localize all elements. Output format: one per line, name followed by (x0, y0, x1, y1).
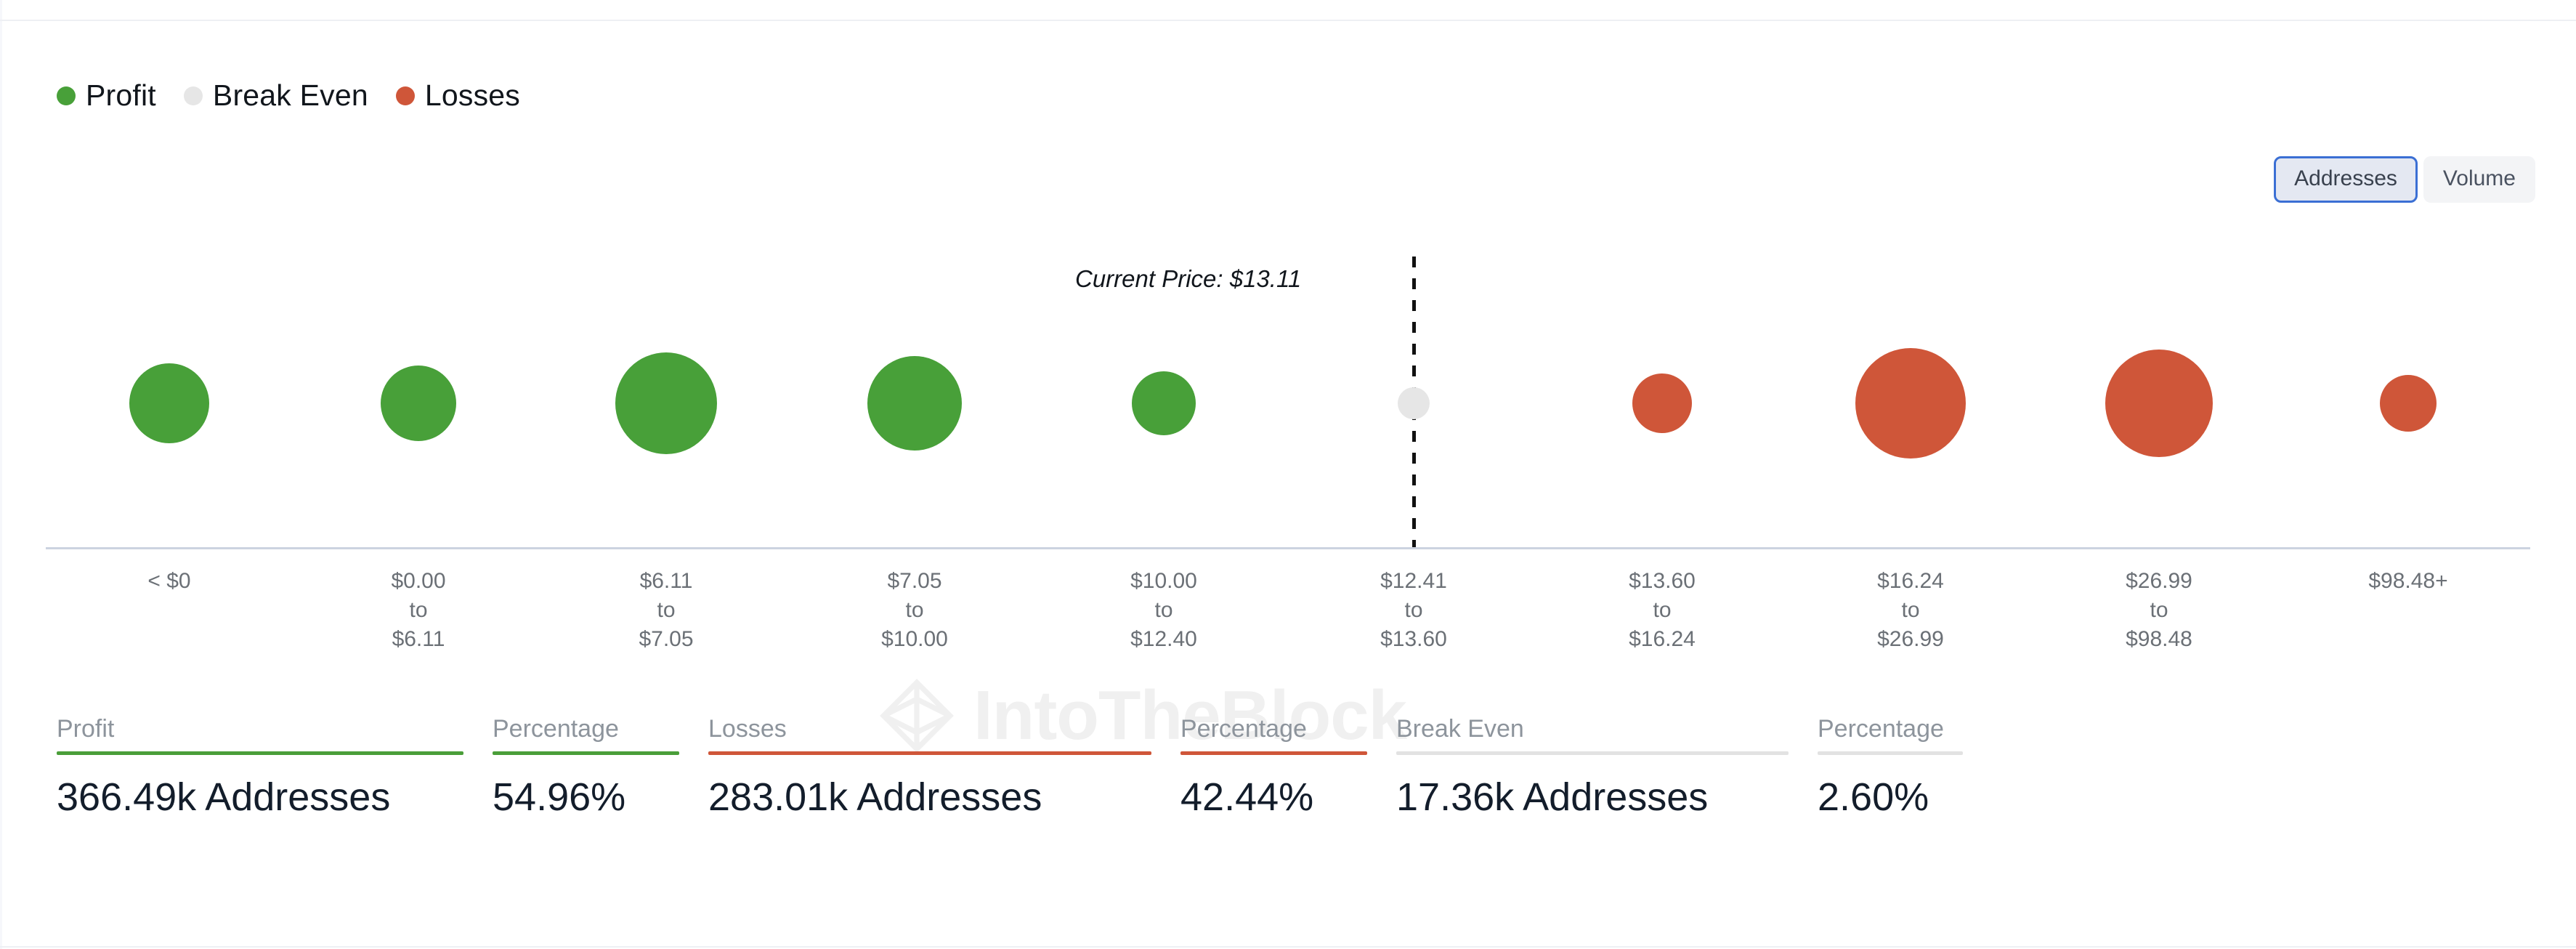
stat-profit-0: Profit 366.49k Addresses (57, 715, 493, 820)
bubble-losses-8[interactable] (2105, 350, 2213, 457)
stat-percentage-3: Percentage 42.44% (1180, 715, 1396, 820)
legend-item-label: Profit (86, 78, 156, 112)
stat-label: Losses (708, 715, 787, 743)
x-axis-tick-0: < $0 (147, 569, 191, 593)
x-axis-tick-6: $13.60 to $16.24 (1629, 569, 1696, 651)
stat-value: 366.49k Addresses (57, 775, 391, 820)
stat-value: 17.36k Addresses (1396, 775, 1709, 820)
stat-label: Percentage (1818, 715, 1944, 743)
stat-percentage-5: Percentage 2.60% (1818, 715, 1992, 820)
stat-underline (57, 751, 463, 756)
x-axis-tick-2: $6.11 to $7.05 (639, 569, 694, 651)
bubble-break-even-5[interactable] (1398, 387, 1430, 419)
panel-top-divider (0, 20, 2576, 21)
circle-icon (183, 86, 203, 105)
stat-value: 2.60% (1818, 775, 1929, 820)
x-axis-tick-3: $7.05 to $10.00 (881, 569, 948, 651)
chart-panel: Profit Break Even Losses Addresses Volume I… (0, 0, 2576, 949)
x-axis-tick-4: $10.00 to $12.40 (1130, 569, 1197, 651)
circle-icon (395, 86, 415, 105)
bubble-profit-1[interactable] (381, 366, 456, 441)
stat-label: Percentage (1180, 715, 1307, 743)
bubble-profit-4[interactable] (1132, 371, 1196, 435)
x-axis-line (46, 547, 2530, 549)
stat-percentage-1: Percentage 54.96% (493, 715, 708, 820)
legend-item-losses[interactable]: Losses (395, 78, 520, 113)
legend-item-profit[interactable]: Profit (57, 78, 156, 113)
panel-bottom-divider (0, 946, 2576, 948)
stat-label: Break Even (1396, 715, 1524, 743)
bubble-profit-2[interactable] (615, 352, 717, 454)
chart-legend: Profit Break Even Losses (57, 78, 548, 113)
legend-item-label: Losses (424, 78, 520, 112)
current-price-label: Current Price: $13.11 (1075, 265, 1302, 292)
stat-underline (493, 751, 679, 756)
toggle-addresses[interactable]: Addresses (2274, 156, 2418, 203)
bubble-profit-3[interactable] (867, 356, 962, 451)
summary-stats: Profit 366.49k Addresses Percentage 54.96% L… (57, 715, 1992, 820)
stat-underline (1818, 751, 1963, 756)
stat-value: 54.96% (493, 775, 626, 820)
bubble-losses-6[interactable] (1632, 373, 1692, 433)
circle-icon (57, 86, 76, 105)
metric-toggle-group[interactable]: Addresses Volume (2274, 156, 2535, 203)
bubble-profit-0[interactable] (129, 363, 209, 443)
stat-underline (1396, 751, 1789, 756)
stat-underline (1180, 751, 1367, 756)
x-axis-tick-1: $0.00 to $6.11 (391, 569, 446, 651)
stat-underline (708, 751, 1151, 756)
stat-value: 283.01k Addresses (708, 775, 1042, 820)
toggle-volume[interactable]: Volume (2423, 156, 2535, 203)
stat-losses-2: Losses 283.01k Addresses (708, 715, 1180, 820)
legend-item-break-even[interactable]: Break Even (183, 78, 368, 113)
stat-label: Profit (57, 715, 115, 743)
stat-label: Percentage (493, 715, 619, 743)
x-axis-tick-5: $12.41 to $13.60 (1380, 569, 1447, 651)
stat-value: 42.44% (1180, 775, 1314, 820)
x-axis-tick-8: $26.99 to $98.48 (2126, 569, 2192, 651)
legend-item-label: Break Even (212, 78, 368, 112)
x-axis-tick-9: $98.48+ (2368, 569, 2448, 593)
bubble-losses-7[interactable] (1855, 348, 1966, 459)
bubble-losses-9[interactable] (2380, 375, 2437, 432)
x-axis-tick-7: $16.24 to $26.99 (1877, 569, 1944, 651)
stat-break-even-4: Break Even 17.36k Addresses (1396, 715, 1818, 820)
